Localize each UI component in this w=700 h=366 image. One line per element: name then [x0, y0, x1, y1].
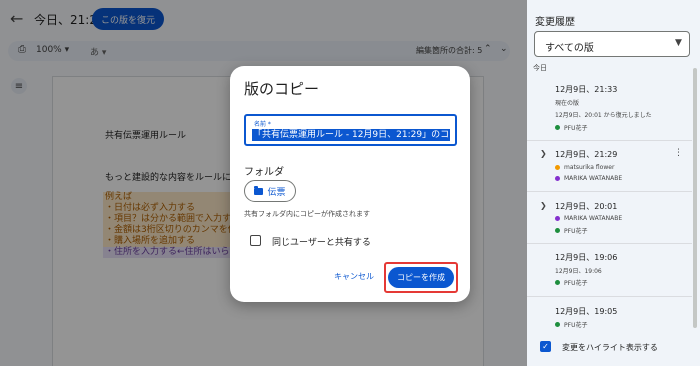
name-field[interactable]: 名前 * 「共有伝票運用ルール - 12月9日、21:29」のコピー — [244, 114, 457, 146]
version-time: 12月9日、19:06 — [555, 253, 618, 262]
version-item[interactable]: 12月9日、19:05 PFU花子 — [527, 303, 692, 333]
version-item[interactable]: ❯ 12月9日、21:29 ⋮ matsurika flower MARIKA … — [527, 145, 692, 187]
version-time: 12月9日、19:05 — [555, 307, 618, 316]
author-name: PFU花子 — [564, 228, 588, 235]
copy-version-dialog: 版のコピー 名前 * 「共有伝票運用ルール - 12月9日、21:29」のコピー… — [230, 66, 470, 302]
author-name: MARIKA WATANABE — [564, 175, 623, 182]
scrollbar[interactable] — [693, 68, 697, 328]
folder-icon — [254, 185, 264, 195]
author-name: matsurika flower — [564, 164, 615, 171]
version-note: 12月9日、20:01 から復元しました — [555, 112, 652, 119]
name-field-label: 名前 * — [254, 121, 271, 128]
expand-icon[interactable]: ❯ — [540, 201, 547, 210]
check-icon: ✓ — [542, 342, 549, 351]
divider — [527, 243, 692, 244]
today-label: 今日 — [533, 64, 547, 72]
author-dot — [555, 165, 560, 170]
version-author: PFU花子 — [555, 320, 587, 329]
dialog-title: 版のコピー — [244, 80, 320, 98]
author-dot — [555, 322, 560, 327]
author-dot — [555, 280, 560, 285]
share-checkbox[interactable] — [250, 235, 261, 246]
version-note: 12月9日、19:06 — [555, 268, 602, 275]
panel-title: 変更履歴 — [535, 17, 575, 28]
version-history-panel: 変更履歴 すべての版 ▼ 今日 12月9日、21:33 現在の版 12月9日、2… — [527, 0, 700, 366]
share-label: 同じユーザーと共有する — [272, 238, 371, 248]
version-time: 12月9日、21:33 — [555, 85, 618, 94]
author-dot — [555, 125, 560, 130]
version-filter-select[interactable]: すべての版 ▼ — [534, 31, 690, 57]
version-time: 12月9日、21:29 — [555, 150, 618, 159]
author-dot — [555, 228, 560, 233]
author-name: MARIKA WATANABE — [564, 215, 623, 222]
cancel-button[interactable]: キャンセル — [334, 271, 374, 282]
version-item[interactable]: 12月9日、19:06 12月9日、19:06 PFU花子 — [527, 249, 692, 293]
filter-value: すべての版 — [545, 43, 594, 54]
divider — [527, 140, 692, 141]
highlight-checkbox[interactable]: ✓ — [540, 341, 551, 352]
version-time: 12月9日、20:01 — [555, 202, 618, 211]
author-name: PFU花子 — [564, 322, 588, 329]
version-author: PFU花子 — [555, 226, 587, 235]
divider — [527, 296, 692, 297]
author-name: PFU花子 — [564, 125, 588, 132]
author-dot — [555, 216, 560, 221]
divider — [527, 191, 692, 192]
folder-chip[interactable]: 伝票 — [244, 180, 296, 202]
folder-note: 共有フォルダ内にコピーが作成されます — [244, 210, 370, 218]
folder-label: フォルダ — [244, 167, 284, 178]
version-author: matsurika flower — [555, 164, 614, 171]
create-copy-highlight: コピーを作成 — [384, 262, 458, 293]
create-copy-button[interactable]: コピーを作成 — [388, 267, 454, 288]
version-item[interactable]: 12月9日、21:33 現在の版 12月9日、20:01 から復元しました PF… — [527, 82, 692, 140]
version-author: PFU花子 — [555, 278, 587, 287]
caret-down-icon: ▼ — [675, 38, 682, 48]
version-author: MARIKA WATANABE — [555, 175, 622, 182]
version-author: MARIKA WATANABE — [555, 215, 622, 222]
author-dot — [555, 176, 560, 181]
version-author: PFU花子 — [555, 123, 587, 132]
version-item[interactable]: ❯ 12月9日、20:01 MARIKA WATANABE PFU花子 — [527, 197, 692, 239]
author-name: PFU花子 — [564, 280, 588, 287]
expand-icon[interactable]: ❯ — [540, 149, 547, 158]
name-field-value[interactable]: 「共有伝票運用ルール - 12月9日、21:29」のコピー — [252, 129, 450, 141]
version-note: 現在の版 — [555, 100, 580, 107]
folder-name: 伝票 — [267, 187, 286, 198]
more-options-icon[interactable]: ⋮ — [674, 148, 683, 158]
highlight-label: 変更をハイライト表示する — [562, 343, 658, 352]
